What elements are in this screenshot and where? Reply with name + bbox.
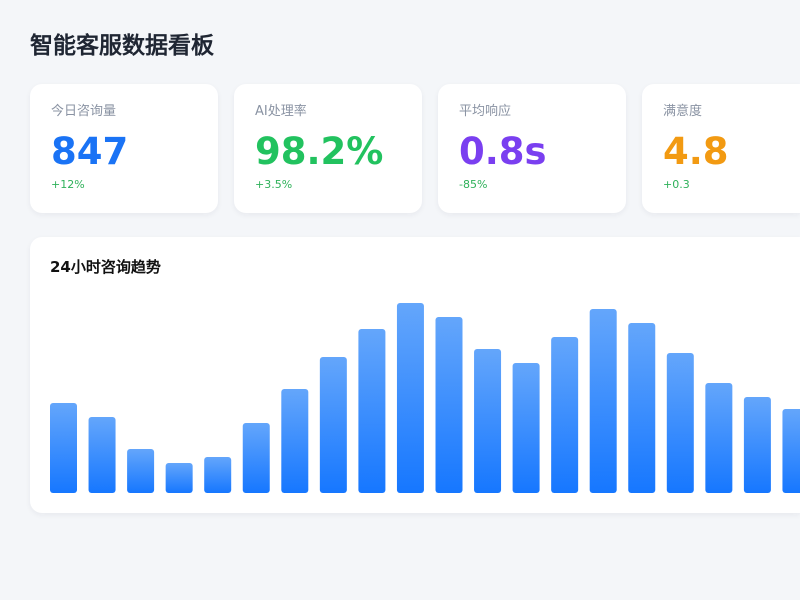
stat-label: 平均响应 — [459, 104, 512, 119]
stat-label: AI处理率 — [255, 104, 307, 119]
trend-bar-chart — [50, 303, 800, 493]
trend-chart-card: 24小时咨询趋势 — [30, 237, 800, 513]
stat-delta: -85% — [459, 178, 488, 191]
bar-4 — [204, 457, 232, 493]
bar-14 — [589, 309, 617, 493]
bar-11 — [474, 349, 502, 493]
stat-value: 847 — [51, 130, 129, 173]
stat-card-satisfaction[interactable]: 满意度 4.8 +0.3 — [642, 84, 800, 213]
stat-value: 98.2% — [255, 130, 384, 173]
stat-delta: +0.3 — [663, 178, 690, 191]
bar-8 — [358, 329, 386, 493]
stat-delta: +12% — [51, 178, 85, 191]
stat-card-response[interactable]: 平均响应 0.8s -85% — [438, 84, 626, 213]
stat-card-inquiries[interactable]: 今日咨询量 847 +12% — [30, 84, 218, 213]
bar-10 — [435, 317, 463, 493]
page-title: 智能客服数据看板 — [30, 33, 214, 59]
stat-delta: +3.5% — [255, 178, 293, 191]
stat-value: 4.8 — [663, 130, 729, 173]
bar-5 — [242, 423, 270, 493]
bar-9 — [396, 303, 424, 493]
bar-15 — [628, 323, 656, 493]
bar-1 — [88, 417, 116, 493]
stat-card-ai-rate[interactable]: AI处理率 98.2% +3.5% — [234, 84, 422, 213]
chart-title: 24小时咨询趋势 — [50, 258, 161, 276]
bar-2 — [127, 449, 155, 493]
bar-0 — [50, 403, 77, 493]
bar-18 — [743, 397, 771, 493]
bar-6 — [281, 389, 309, 493]
stat-label: 今日咨询量 — [51, 104, 117, 119]
bars-group — [50, 303, 800, 493]
stat-label: 满意度 — [663, 104, 703, 119]
stat-value: 0.8s — [459, 130, 547, 173]
bar-16 — [666, 353, 694, 493]
bar-17 — [705, 383, 733, 493]
dashboard-page: 智能客服数据看板 今日咨询量 847 +12% AI处理率 98.2% +3.5… — [0, 0, 800, 600]
bar-7 — [319, 357, 347, 493]
bar-19 — [782, 409, 800, 493]
bar-12 — [512, 363, 540, 493]
bar-13 — [551, 337, 579, 493]
bar-3 — [165, 463, 193, 493]
